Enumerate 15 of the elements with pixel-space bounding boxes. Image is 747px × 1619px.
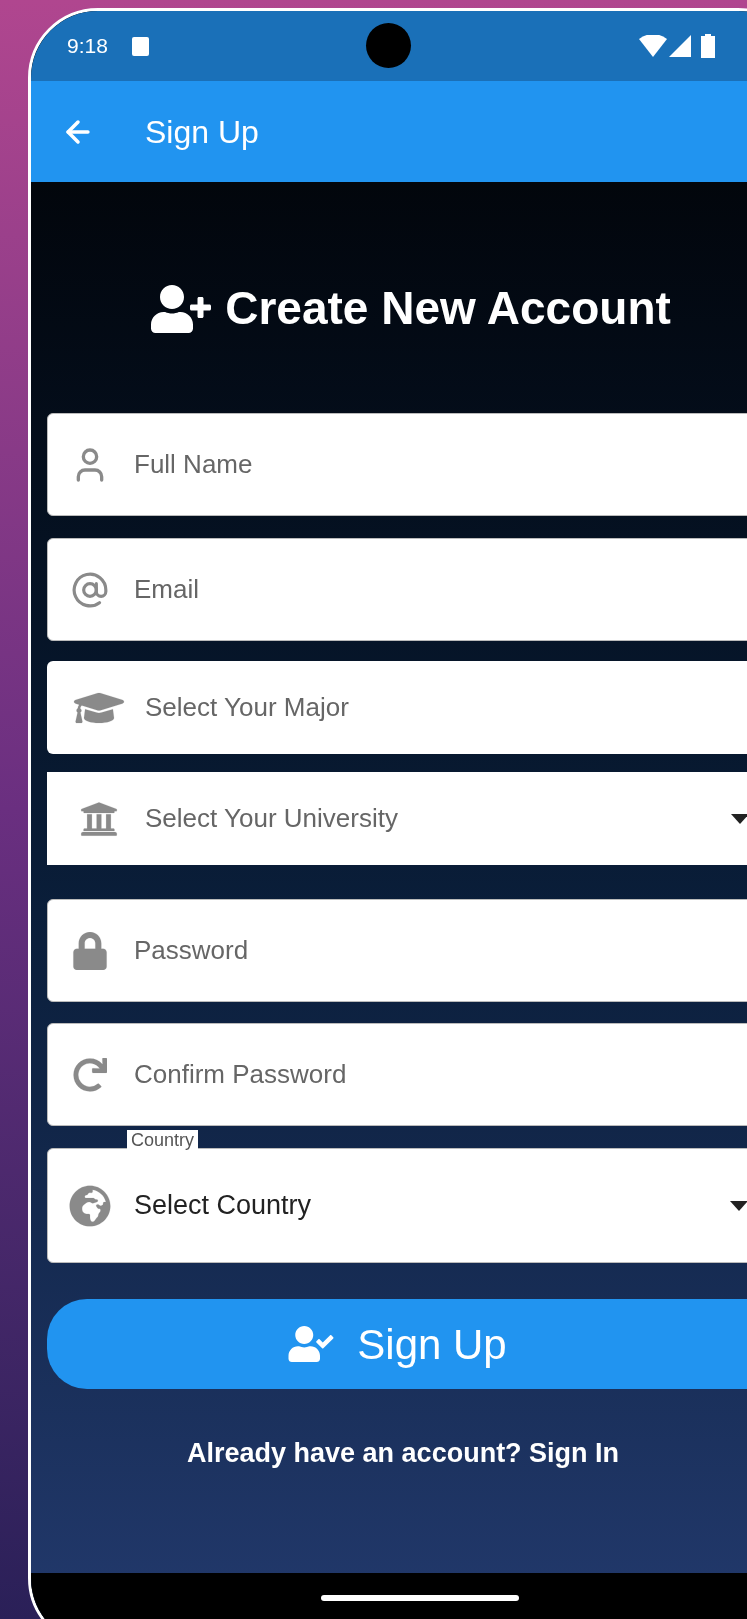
app-bar-title: Sign Up (145, 112, 259, 152)
dropdown-placeholder: Select Your Major (145, 691, 350, 724)
status-time: 9:18 (67, 33, 108, 60)
dropdown-field[interactable]: Select Your Major (47, 661, 747, 754)
text-field[interactable]: Full Name (47, 413, 747, 516)
text-field[interactable]: Confirm Password (47, 1023, 747, 1126)
text-field[interactable]: Password (47, 899, 747, 1002)
floating-label: Country (127, 1130, 199, 1150)
sign-up-button[interactable]: Sign Up (47, 1299, 747, 1389)
page-heading: Create New Account (225, 281, 671, 336)
text-field[interactable]: Email (47, 538, 747, 641)
sign-in-link[interactable]: Already have an account? Sign In (187, 1433, 620, 1474)
dropdown-placeholder: Select Your University (145, 802, 399, 835)
dropdown-field[interactable]: Select Your University (47, 772, 747, 865)
dropdown-value: Select Country (134, 1189, 313, 1223)
